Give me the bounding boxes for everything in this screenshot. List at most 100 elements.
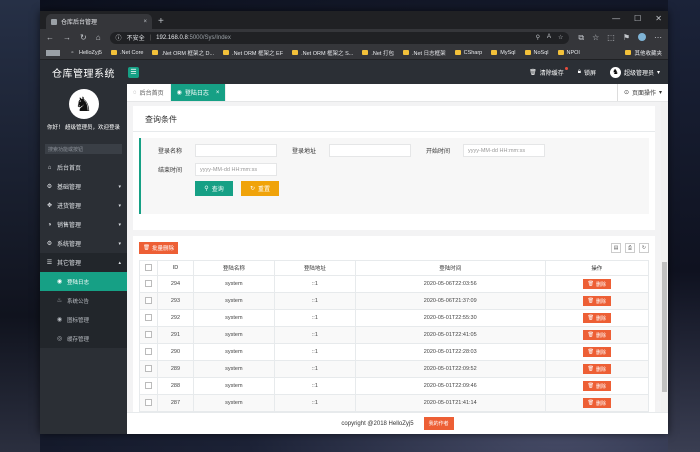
row-delete-button[interactable]: 🗑︎ 删除 xyxy=(582,364,611,374)
author-button[interactable]: 我的作者 xyxy=(423,417,454,430)
select-all-cell[interactable] xyxy=(139,260,158,276)
row-select-cell[interactable] xyxy=(139,377,158,395)
profile-avatar-horse[interactable]: ♞ xyxy=(68,89,99,119)
table-row[interactable]: 294 system::1 2020-05-06T22:03:56 🗑︎ 删除 xyxy=(139,275,650,293)
row-select-cell[interactable] xyxy=(139,394,158,412)
row-select-cell[interactable] xyxy=(139,309,158,327)
sidebar-item-login-log[interactable]: ◉ 登陆日志 xyxy=(40,272,127,291)
bookmark-folder[interactable]: .Net Core xyxy=(110,50,143,56)
bookmark-folder[interactable]: .Net 打包 xyxy=(362,49,394,57)
row-checkbox[interactable] xyxy=(145,313,152,321)
batch-delete-button[interactable]: 🗑︎ 批量删除 xyxy=(139,242,178,254)
page-ops-dropdown[interactable]: ⊙ 页面操作 ▾ xyxy=(616,84,668,101)
tab-home[interactable]: ◌ 后台首页 xyxy=(127,84,171,101)
row-checkbox[interactable] xyxy=(145,347,152,355)
table-row[interactable]: 293 system::1 2020-05-06T21:37:09 🗑︎ 删除 xyxy=(139,292,650,310)
new-tab-button[interactable]: + xyxy=(158,16,164,27)
row-delete-button[interactable]: 🗑︎ 删除 xyxy=(582,398,611,408)
table-row[interactable]: 290 system::1 2020-05-01T22:28:03 🗑︎ 删除 xyxy=(139,343,650,361)
collections-icon[interactable]: ⧉ xyxy=(578,33,584,43)
row-select-cell[interactable] xyxy=(139,275,158,293)
row-select-cell[interactable] xyxy=(139,360,158,378)
row-checkbox[interactable] xyxy=(145,330,152,338)
refresh-icon[interactable]: ↻ xyxy=(639,243,649,253)
feedback-icon[interactable]: ⚑ xyxy=(623,33,630,43)
minimize-icon[interactable]: — xyxy=(612,14,620,23)
sidebar-item-notice[interactable]: ♨ 系统公告 xyxy=(40,291,127,310)
row-delete-button[interactable]: 🗑︎ 删除 xyxy=(582,347,611,357)
bookmark-folder[interactable]: .Net ORM 框架之 D... xyxy=(152,49,214,57)
info-icon[interactable]: ⓘ xyxy=(116,33,122,42)
select-all-checkbox[interactable] xyxy=(145,263,152,271)
login-name-input[interactable] xyxy=(195,144,277,157)
row-checkbox[interactable] xyxy=(145,398,152,406)
reload-icon[interactable]: ↻ xyxy=(80,33,87,42)
forward-icon[interactable]: → xyxy=(63,33,71,42)
table-row[interactable]: 291 system::1 2020-05-01T22:41:05 🗑︎ 删除 xyxy=(139,326,650,344)
maximize-icon[interactable]: ☐ xyxy=(634,14,641,23)
bookmark-folder[interactable]: MySql xyxy=(491,50,516,56)
lock-screen-button[interactable]: 🔒︎ 锁屏 xyxy=(578,68,596,77)
scrollbar-thumb[interactable] xyxy=(662,262,667,392)
row-delete-button[interactable]: 🗑︎ 删除 xyxy=(582,313,611,323)
row-select-cell[interactable] xyxy=(139,343,158,361)
zoom-icon[interactable]: ⚲ xyxy=(536,34,540,41)
back-icon[interactable]: ← xyxy=(46,33,54,42)
apps-icon[interactable] xyxy=(46,49,60,56)
vertical-scrollbar[interactable] xyxy=(661,102,668,412)
bookmark-folder[interactable]: CSharp xyxy=(454,50,482,56)
table-row[interactable]: 287 system::1 2020-05-01T21:41:14 🗑︎ 删除 xyxy=(139,394,650,412)
col-name[interactable]: 登陆名称 xyxy=(192,260,275,276)
end-time-input[interactable]: yyyy-MM-dd HH:mm:ss xyxy=(195,163,277,176)
row-select-cell[interactable] xyxy=(139,292,158,310)
sidebar-item-system[interactable]: ⚙ 系统管理 ▾ xyxy=(40,234,127,253)
extension-icon[interactable]: ⬚ xyxy=(607,33,615,43)
start-time-input[interactable]: yyyy-MM-dd HH:mm:ss xyxy=(463,144,545,157)
col-addr[interactable]: 登陆地址 xyxy=(273,260,356,276)
sidebar-item-other[interactable]: ☰ 其它管理 ▴ xyxy=(40,253,127,272)
row-select-cell[interactable] xyxy=(139,326,158,344)
close-tab-icon[interactable]: × xyxy=(143,19,147,25)
read-aloud-icon[interactable]: A xyxy=(547,34,551,41)
address-bar[interactable]: ⓘ 不安全 | 192.168.0.8:5000/Sys/Index ⚲ A ☆ xyxy=(109,31,570,44)
print-icon[interactable]: ⎙ xyxy=(625,243,635,253)
table-row[interactable]: 292 system::1 2020-05-01T22:55:30 🗑︎ 删除 xyxy=(139,309,650,327)
bookmark-folder[interactable]: NPOI xyxy=(557,50,580,56)
reset-button[interactable]: ↻ 重置 xyxy=(241,181,279,196)
tab-login-log[interactable]: ◉ 登陆日志 × xyxy=(170,84,227,101)
favorite-star-icon[interactable]: ☆ xyxy=(558,34,563,41)
home-icon[interactable]: ⌂ xyxy=(96,33,101,42)
login-addr-input[interactable] xyxy=(329,144,411,157)
bookmark-item[interactable]: ▫ HelloZyj5 xyxy=(69,50,102,56)
menu-toggle-button[interactable]: ☰ xyxy=(128,66,139,78)
bookmark-folder[interactable]: .Net ORM 框架之 S... xyxy=(292,49,353,57)
export-icon[interactable]: ▤ xyxy=(611,243,621,253)
bookmark-folder[interactable]: .Net ORM 框架之 EF xyxy=(223,49,283,57)
row-checkbox[interactable] xyxy=(145,296,152,304)
user-menu[interactable]: ♞ 超级管理员 ▾ xyxy=(609,66,660,78)
row-delete-button[interactable]: 🗑︎ 删除 xyxy=(582,381,611,391)
row-delete-button[interactable]: 🗑︎ 删除 xyxy=(582,296,611,306)
row-checkbox[interactable] xyxy=(145,381,152,389)
favorites-icon[interactable]: ☆ xyxy=(592,33,599,43)
profile-avatar[interactable] xyxy=(638,32,646,41)
table-row[interactable]: 289 system::1 2020-05-01T22:09:52 🗑︎ 删除 xyxy=(139,360,650,378)
col-id[interactable]: ID xyxy=(157,260,194,276)
browser-tab[interactable]: 仓库后台管理 × xyxy=(46,14,152,29)
other-bookmarks[interactable]: 其他收藏夹 xyxy=(625,49,662,57)
sidebar-item-icons[interactable]: ◉ 图标管理 xyxy=(40,310,127,329)
sidebar-item-purchase[interactable]: ✥ 进货管理 ▾ xyxy=(40,196,127,215)
sidebar-item-cache[interactable]: ◎ 缓存管理 xyxy=(40,329,127,348)
bookmark-folder[interactable]: NoSql xyxy=(524,50,549,56)
query-button[interactable]: ⚲ 查询 xyxy=(195,181,233,196)
close-icon[interactable]: × xyxy=(216,90,220,96)
window-close-icon[interactable]: ✕ xyxy=(655,14,662,23)
col-time[interactable]: 登陆时间 xyxy=(354,260,546,276)
sidebar-item-basic[interactable]: ⚙ 基础管理 ▾ xyxy=(40,177,127,196)
more-menu-icon[interactable]: ⋯ xyxy=(654,33,662,43)
clear-cache-button[interactable]: 🗑︎ 清除缓存 xyxy=(529,66,568,77)
bookmark-folder[interactable]: .Net 日志框架 xyxy=(402,49,446,57)
row-checkbox[interactable] xyxy=(145,279,152,287)
sidebar-item-home[interactable]: ⌂ 后台首页 xyxy=(40,158,127,177)
table-row[interactable]: 288 system::1 2020-05-01T22:09:46 🗑︎ 删除 xyxy=(139,377,650,395)
